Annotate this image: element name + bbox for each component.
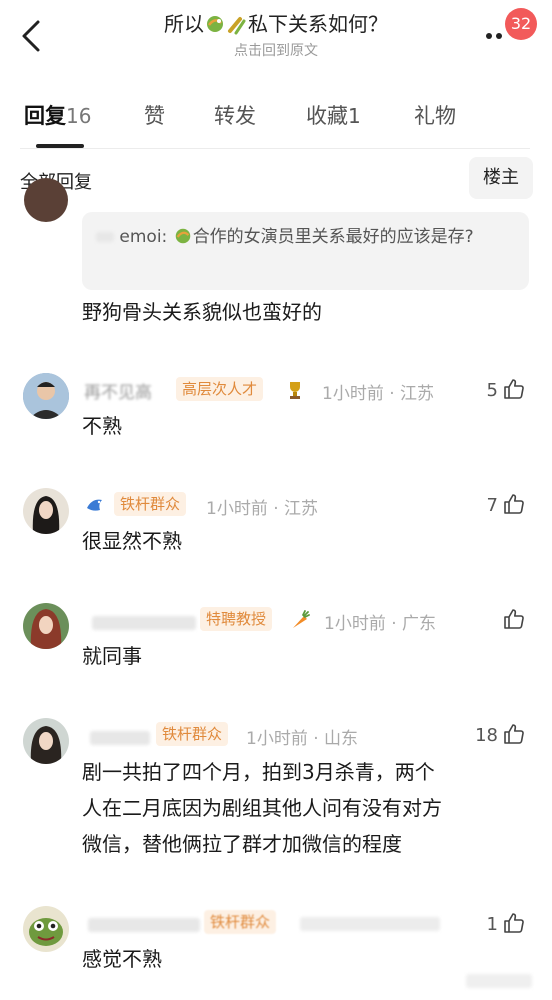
user-title-badge: 特聘教授 — [200, 607, 273, 631]
avatar[interactable] — [23, 906, 69, 952]
title-area[interactable]: 所以 私下关系如何？ 点击回到原文 — [100, 8, 452, 61]
post-title: 所以 私下关系如何？ — [100, 8, 452, 40]
like-count: 1 — [486, 914, 498, 935]
quoted-text: 合作的女演员里关系最好的应该是存? — [192, 227, 474, 247]
like-button[interactable]: 7 — [487, 492, 526, 516]
back-arrow-icon[interactable] — [18, 16, 48, 56]
comment-text: 就同事 — [82, 644, 142, 668]
tab-label: 礼物 — [414, 104, 456, 128]
tab-label: 转发 — [214, 104, 256, 128]
like-button[interactable]: 5 — [487, 377, 526, 401]
notification-badge[interactable]: 32 — [505, 8, 537, 40]
tab-gifts[interactable]: 礼物 — [414, 100, 456, 130]
thumbs-up-icon — [504, 379, 524, 399]
like-count: 5 — [486, 380, 498, 401]
tab-label: 收藏 — [306, 104, 348, 128]
header: 所以 私下关系如何？ 点击回到原文 32 — [0, 0, 552, 78]
comment-text: 不熟 — [82, 414, 122, 438]
tab-label: 赞 — [144, 104, 165, 128]
avatar[interactable] — [23, 488, 69, 534]
watermark — [466, 974, 532, 988]
like-count: 7 — [486, 495, 498, 516]
user-title-badge: 铁杆群众 — [156, 722, 229, 746]
tab-bar: 回复16 赞 转发 收藏1 礼物 — [0, 96, 552, 148]
dragon-emoji-icon — [207, 16, 223, 32]
like-button[interactable]: 1 — [487, 911, 526, 935]
title-prefix: 所以 — [164, 12, 204, 36]
like-button[interactable]: 18 — [475, 722, 526, 746]
dragon-emoji-icon — [175, 228, 190, 244]
comment-text-line: 剧一共拍了四个月，拍到3月杀青，两个 — [82, 760, 435, 784]
thumbs-up-icon — [504, 724, 524, 744]
comment-meta: 1小时前 · 广东 — [324, 614, 437, 634]
back-to-post-hint[interactable]: 点击回到原文 — [100, 41, 452, 61]
blurred-nickname[interactable] — [88, 918, 200, 932]
comment-text-line: 人在二月底因为剧组其他人问有没有对方 — [82, 796, 442, 820]
trophy-icon — [290, 382, 300, 399]
blurred-meta — [300, 917, 440, 931]
quoted-comment[interactable]: emoi: 合作的女演员里关系最好的应该是存? — [82, 212, 529, 290]
blurred-name — [96, 232, 114, 242]
tab-label: 回复 — [24, 104, 66, 128]
avatar[interactable] — [23, 603, 69, 649]
bone-emoji-icon — [228, 17, 246, 35]
like-button[interactable] — [498, 607, 526, 631]
tab-reposts[interactable]: 转发 — [214, 100, 256, 130]
carrot-icon — [293, 610, 310, 628]
blurred-nickname[interactable] — [90, 731, 150, 745]
thumbs-up-icon — [504, 913, 524, 933]
quoted-author: emoi: — [119, 227, 168, 247]
thumbs-up-icon — [504, 494, 524, 514]
avatar[interactable] — [23, 718, 69, 764]
avatar[interactable] — [24, 178, 68, 222]
comment-text-line: 微信，替他俩拉了群才加微信的程度 — [82, 832, 402, 856]
comment-meta: 1小时前 · 山东 — [246, 729, 359, 749]
comment-text: 感觉不熟 — [82, 947, 162, 971]
bird-icon — [87, 499, 102, 511]
tab-count: 1 — [348, 104, 361, 128]
tab-count: 16 — [66, 104, 92, 128]
user-title-badge: 高层次人才 — [176, 377, 264, 401]
like-count: 18 — [475, 725, 498, 746]
user-nickname[interactable]: 再不见高 — [84, 378, 152, 403]
avatar[interactable] — [23, 373, 69, 419]
thumbs-up-icon — [504, 609, 524, 629]
user-title-badge: 铁杆群众 — [114, 492, 187, 516]
tab-likes[interactable]: 赞 — [144, 100, 165, 130]
tab-replies[interactable]: 回复16 — [24, 100, 91, 130]
op-only-button[interactable]: 楼主 — [469, 157, 533, 199]
comment-meta: 1小时前 · 江苏 — [206, 499, 319, 519]
comment-meta: 1小时前 · 江苏 — [322, 384, 435, 404]
title-suffix: 私下关系如何？ — [248, 12, 388, 36]
user-title-badge: 铁杆群众 — [204, 910, 277, 934]
divider — [20, 148, 530, 149]
reply-text: 野狗骨头关系貌似也蛮好的 — [82, 300, 322, 324]
blurred-nickname[interactable] — [92, 616, 196, 630]
tab-favorites[interactable]: 收藏1 — [306, 100, 361, 130]
comment-text: 很显然不熟 — [82, 529, 182, 553]
